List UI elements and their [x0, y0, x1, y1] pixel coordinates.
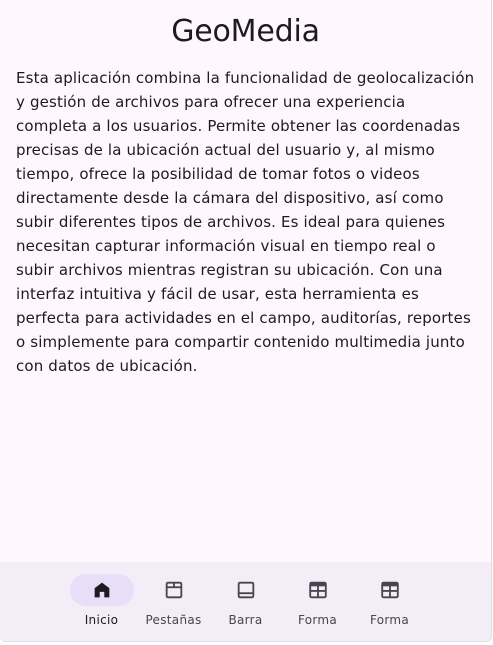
nav-label-barra: Barra [228, 613, 263, 627]
nav-label-inicio: Inicio [84, 613, 119, 627]
home-icon [94, 582, 109, 598]
app-screen: GeoMedia Esta aplicación combina la func… [0, 0, 492, 642]
app-description: Esta aplicación combina la funcionalidad… [16, 69, 475, 375]
active-indicator [69, 574, 134, 606]
form-icon [308, 581, 327, 599]
bottom-navigation-bar: Inicio Pestañas Barra Forma Forma [0, 562, 491, 641]
page-title: GeoMedia [171, 14, 320, 49]
nav-item-forma-1[interactable]: Forma [282, 562, 354, 641]
nav-label-forma-2: Forma [369, 613, 410, 627]
tabs-icon [165, 581, 182, 599]
nav-item-pestanas[interactable]: Pestañas [138, 562, 210, 641]
nav-label-forma-1: Forma [297, 613, 338, 627]
nav-item-inicio[interactable]: Inicio [66, 562, 138, 641]
nav-label-pestanas: Pestañas [145, 613, 202, 627]
form-icon [380, 581, 399, 599]
bottom-bar-icon [237, 581, 254, 599]
nav-item-forma-2[interactable]: Forma [354, 562, 426, 641]
nav-item-barra[interactable]: Barra [210, 562, 282, 641]
